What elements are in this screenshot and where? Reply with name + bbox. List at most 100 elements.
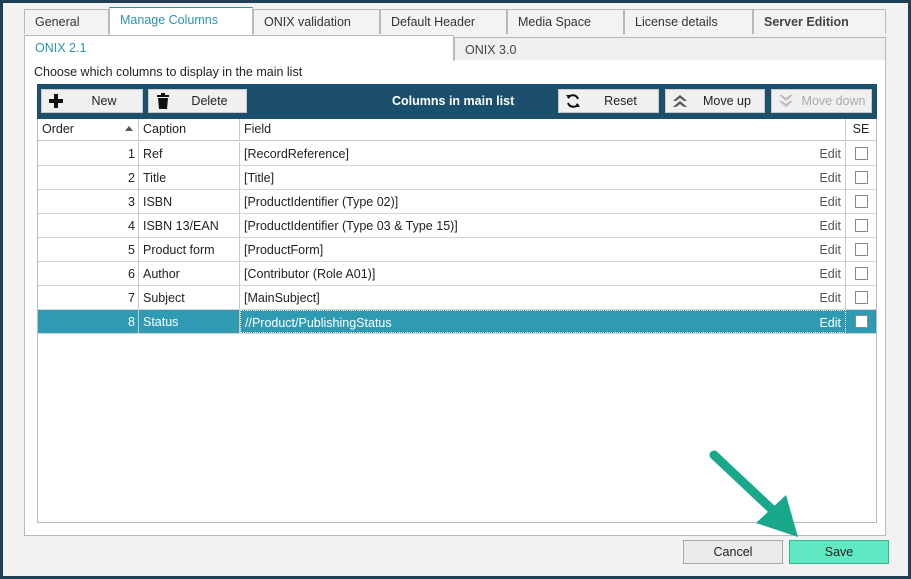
edit-link[interactable]: Edit — [819, 243, 841, 257]
table-row-selected[interactable]: 8 Status //Product/PublishingStatus Edit — [38, 310, 876, 334]
cell-caption: ISBN — [139, 190, 240, 213]
move-down-button-label: Move down — [801, 94, 866, 108]
cell-order: 3 — [38, 190, 139, 213]
tab-default-header[interactable]: Default Header — [380, 9, 507, 34]
cell-se — [846, 142, 876, 165]
cell-field: [Title] Edit — [240, 166, 846, 189]
cell-se — [846, 238, 876, 261]
new-button-label: New — [91, 94, 117, 108]
cancel-button[interactable]: Cancel — [683, 540, 783, 564]
field-value: //Product/PublishingStatus — [245, 316, 392, 330]
table-row[interactable]: 2 Title [Title] Edit — [38, 166, 876, 190]
cell-caption: Subject — [139, 286, 240, 309]
cell-field: [ProductIdentifier (Type 03 & Type 15)] E… — [240, 214, 846, 237]
cell-field: [MainSubject] Edit — [240, 286, 846, 309]
cell-se — [846, 190, 876, 213]
field-value: [ProductIdentifier (Type 03 & Type 15)] — [244, 219, 458, 233]
table-row[interactable]: 5 Product form [ProductForm] Edit — [38, 238, 876, 262]
table-row[interactable]: 1 Ref [RecordReference] Edit — [38, 142, 876, 166]
edit-link[interactable]: Edit — [819, 219, 841, 233]
cell-field: [Contributor (Role A01)] Edit — [240, 262, 846, 285]
cell-caption: ISBN 13/EAN — [139, 214, 240, 237]
cell-caption: Ref — [139, 142, 240, 165]
move-up-button[interactable]: Move up — [665, 89, 765, 113]
edit-link[interactable]: Edit — [819, 171, 841, 185]
cell-order: 6 — [38, 262, 139, 285]
grid-header: Order Caption Field SE — [38, 119, 876, 141]
se-checkbox[interactable] — [854, 243, 868, 256]
save-button[interactable]: Save — [789, 540, 889, 564]
cell-order: 7 — [38, 286, 139, 309]
cell-caption: Title — [139, 166, 240, 189]
cell-field: [ProductForm] Edit — [240, 238, 846, 261]
edit-link[interactable]: Edit — [819, 316, 841, 330]
field-value: [Title] — [244, 171, 275, 185]
settings-tabs: General Manage Columns ONIX validation D… — [24, 7, 886, 35]
annotation-arrow-icon — [709, 450, 798, 537]
header-order-label: Order — [42, 122, 74, 136]
cell-field: //Product/PublishingStatus Edit — [240, 310, 846, 333]
field-value: [ProductForm] — [244, 243, 324, 257]
cell-order: 5 — [38, 238, 139, 261]
field-value: [MainSubject] — [244, 291, 320, 305]
header-order[interactable]: Order — [38, 119, 139, 140]
cell-caption: Author — [139, 262, 240, 285]
cell-se — [846, 262, 876, 285]
table-row[interactable]: 6 Author [Contributor (Role A01)] Edit — [38, 262, 876, 286]
header-caption[interactable]: Caption — [139, 119, 240, 140]
cell-se — [846, 166, 876, 189]
se-checkbox[interactable] — [854, 195, 868, 208]
tab-general[interactable]: General — [24, 9, 109, 34]
tab-server-edition[interactable]: Server Edition — [753, 9, 886, 34]
delete-button-label: Delete — [191, 94, 228, 108]
se-checkbox[interactable] — [854, 315, 868, 328]
columns-toolbar: New Delete Columns in main list Reset Mo… — [37, 84, 877, 119]
table-row[interactable]: 4 ISBN 13/EAN [ProductIdentifier (Type 0… — [38, 214, 876, 238]
plus-icon — [46, 91, 66, 111]
instructions-text: Choose which columns to display in the m… — [34, 65, 303, 79]
move-down-button[interactable]: Move down — [771, 89, 872, 113]
move-up-button-label: Move up — [703, 94, 751, 108]
cell-order: 4 — [38, 214, 139, 237]
trash-icon — [153, 91, 173, 111]
se-checkbox[interactable] — [854, 219, 868, 232]
cell-field: [ProductIdentifier (Type 02)] Edit — [240, 190, 846, 213]
tab-media-space[interactable]: Media Space — [507, 9, 624, 34]
toolbar-title: Columns in main list — [392, 94, 515, 108]
sort-ascending-icon — [125, 126, 133, 131]
table-row[interactable]: 7 Subject [MainSubject] Edit — [38, 286, 876, 310]
edit-link[interactable]: Edit — [819, 291, 841, 305]
field-value: [Contributor (Role A01)] — [244, 267, 376, 281]
double-chevron-up-icon — [670, 91, 690, 111]
new-button[interactable]: New — [41, 89, 143, 113]
reset-button[interactable]: Reset — [558, 89, 659, 113]
edit-link[interactable]: Edit — [819, 147, 841, 161]
tab-onix-validation[interactable]: ONIX validation — [253, 9, 380, 34]
tab-license-details[interactable]: License details — [624, 9, 753, 34]
cell-caption: Product form — [139, 238, 240, 261]
se-checkbox[interactable] — [854, 171, 868, 184]
tab-onix-3-0[interactable]: ONIX 3.0 — [454, 37, 886, 61]
cell-caption: Status — [139, 310, 240, 333]
double-chevron-down-icon — [776, 91, 796, 111]
field-value: [ProductIdentifier (Type 02)] — [244, 195, 399, 209]
tab-manage-columns[interactable]: Manage Columns — [109, 7, 253, 35]
cell-se — [846, 214, 876, 237]
cell-field: [RecordReference] Edit — [240, 142, 846, 165]
onix-version-tabs: ONIX 2.1 ONIX 3.0 — [24, 35, 886, 61]
tab-onix-2-1[interactable]: ONIX 2.1 — [24, 35, 454, 61]
cell-se — [846, 286, 876, 309]
se-checkbox[interactable] — [854, 267, 868, 280]
se-checkbox[interactable] — [854, 291, 868, 304]
header-se[interactable]: SE — [846, 119, 876, 140]
cell-order: 2 — [38, 166, 139, 189]
field-value: [RecordReference] — [244, 147, 349, 161]
edit-link[interactable]: Edit — [819, 195, 841, 209]
delete-button[interactable]: Delete — [148, 89, 247, 113]
header-field[interactable]: Field — [240, 119, 846, 140]
reset-button-label: Reset — [604, 94, 637, 108]
se-checkbox[interactable] — [854, 147, 868, 160]
table-row[interactable]: 3 ISBN [ProductIdentifier (Type 02)] Edit — [38, 190, 876, 214]
edit-link[interactable]: Edit — [819, 267, 841, 281]
refresh-icon — [563, 91, 583, 111]
